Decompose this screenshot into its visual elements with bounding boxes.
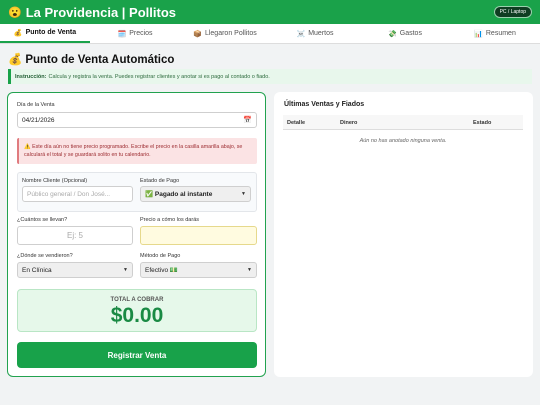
money-wings-icon: 💸 bbox=[388, 30, 397, 38]
warning-icon: ⚠️ bbox=[24, 144, 31, 150]
page-title-text: Punto de Venta Automático bbox=[25, 54, 175, 66]
tab-gastos[interactable]: 💸 Gastos bbox=[360, 24, 450, 43]
tab-label: Precios bbox=[129, 30, 153, 37]
date-value: 04/21/2026 bbox=[22, 116, 55, 124]
tab-label: Llegaron Pollitos bbox=[204, 30, 257, 37]
page-title: 💰 Punto de Venta Automático bbox=[8, 52, 174, 66]
device-badge[interactable]: PC / Laptop bbox=[493, 6, 532, 18]
tab-punto-de-venta[interactable]: 💰 Punto de Venta bbox=[0, 24, 90, 43]
calendar-icon[interactable]: 📅 bbox=[243, 116, 252, 124]
payment-method-select[interactable]: Efectivo 💵 ▼ bbox=[140, 262, 257, 278]
tab-label: Resumen bbox=[485, 30, 516, 37]
price-label: Precio a cómo los darás bbox=[140, 217, 199, 223]
sale-form-card: Día de la Venta 04/21/2026 📅 ⚠️ Este día… bbox=[7, 92, 266, 377]
payment-status-select[interactable]: ✅ Pagado al instante ▼ bbox=[140, 186, 251, 202]
qty-label: ¿Cuántos se llevan? bbox=[17, 217, 68, 223]
quantity-input[interactable]: Ej: 5 bbox=[17, 226, 133, 245]
chart-icon: 📊 bbox=[474, 30, 483, 38]
register-sale-button[interactable]: Registrar Venta bbox=[17, 342, 257, 368]
money-bag-icon: 💰 bbox=[13, 29, 23, 37]
empty-state-text: Aún no has anotado ninguna venta. bbox=[359, 138, 447, 144]
skull-icon: ☠️ bbox=[296, 30, 306, 38]
tab-label: Muertos bbox=[308, 30, 334, 37]
tab-resumen[interactable]: 📊 Resumen bbox=[450, 24, 540, 43]
payment-status-label: Estado de Pago bbox=[140, 178, 180, 184]
tab-llegaron-pollitos[interactable]: 📦 Llegaron Pollitos bbox=[180, 24, 270, 43]
logo-icon: 😮 bbox=[8, 6, 22, 19]
money-bag-icon: 💰 bbox=[8, 54, 23, 66]
place-select[interactable]: En Clínica ▼ bbox=[17, 262, 133, 278]
package-icon: 📦 bbox=[193, 30, 202, 38]
recent-sales-title: Últimas Ventas y Fiados bbox=[284, 101, 365, 108]
tab-bar: 💰 Punto de Venta 🗓️ Precios 📦 Llegaron P… bbox=[0, 24, 540, 44]
method-value: Efectivo 💵 bbox=[145, 267, 179, 274]
instruction-text: Calcula y registra la venta. Puedes regi… bbox=[48, 73, 270, 80]
alert-text: Este día aún no tiene precio programado.… bbox=[24, 144, 243, 158]
tab-muertos[interactable]: ☠️ Muertos bbox=[270, 24, 360, 43]
recent-sales-table-header: Detalle Dinero Estado bbox=[283, 115, 523, 130]
app-title: La Providencia | Pollitos bbox=[25, 4, 176, 20]
instruction-banner: Instrucción: Calcula y registra la venta… bbox=[8, 69, 532, 84]
total-value: $0.00 bbox=[110, 304, 164, 327]
tab-precios[interactable]: 🗓️ Precios bbox=[90, 24, 180, 43]
calendar-icon: 🗓️ bbox=[117, 30, 127, 38]
column-estado: Estado bbox=[473, 120, 492, 126]
instruction-label: Instrucción: bbox=[15, 73, 47, 80]
price-input[interactable] bbox=[140, 226, 257, 245]
chevron-down-icon: ▼ bbox=[241, 191, 246, 197]
method-label: Método de Pago bbox=[140, 253, 181, 259]
chevron-down-icon: ▼ bbox=[123, 267, 128, 273]
place-value: En Clínica bbox=[22, 266, 52, 274]
date-input[interactable]: 04/21/2026 📅 bbox=[17, 112, 257, 128]
chevron-down-icon: ▼ bbox=[247, 267, 252, 273]
app-header: 😮 La Providencia | Pollitos PC / Laptop bbox=[0, 0, 540, 24]
payment-status-value: ✅ Pagado al instante bbox=[145, 191, 213, 198]
client-label: Nombre Cliente (Opcional) bbox=[22, 178, 88, 184]
tab-label: Punto de Venta bbox=[25, 29, 77, 36]
total-label: TOTAL A COBRAR bbox=[110, 297, 164, 303]
place-label: ¿Dónde se vendieron? bbox=[17, 253, 73, 259]
tab-label: Gastos bbox=[399, 30, 422, 37]
recent-sales-card: Últimas Ventas y Fiados Detalle Dinero E… bbox=[274, 92, 533, 377]
date-label: Día de la Venta bbox=[17, 102, 55, 108]
column-detalle: Detalle bbox=[287, 120, 306, 126]
total-box: TOTAL A COBRAR $0.00 bbox=[17, 289, 257, 332]
client-name-input[interactable]: Público general / Don José... bbox=[22, 186, 133, 202]
no-price-alert: ⚠️ Este día aún no tiene precio programa… bbox=[17, 138, 257, 164]
column-dinero: Dinero bbox=[340, 120, 358, 126]
